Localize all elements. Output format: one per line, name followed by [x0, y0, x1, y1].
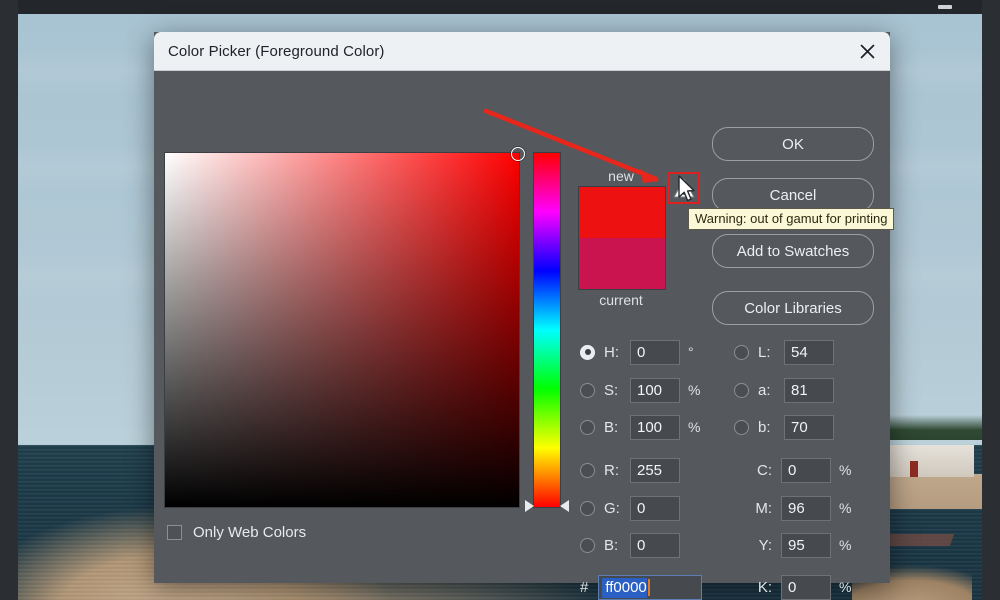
unit-yellow: %	[839, 537, 852, 553]
hex-hash-label: #	[580, 579, 589, 596]
unit-magenta: %	[839, 500, 852, 516]
radio-brightness[interactable]	[580, 419, 595, 435]
blue-input[interactable]	[630, 532, 680, 558]
label-b-lab: b:	[758, 418, 771, 436]
field-row-black: K: %	[748, 574, 857, 600]
color-picker-dialog: Color Picker (Foreground Color) new curr…	[154, 32, 895, 600]
radio-green[interactable]	[580, 500, 595, 516]
photo-door-right	[910, 461, 918, 478]
color-preview: new current	[578, 166, 666, 310]
only-web-colors-label: Only Web Colors	[193, 524, 307, 541]
only-web-colors-checkbox[interactable]	[167, 525, 182, 540]
field-row-brightness: B: %	[580, 414, 706, 440]
photo-breakwater	[879, 534, 955, 546]
add-to-swatches-button[interactable]: Add to Swatches	[712, 234, 874, 268]
cyan-input[interactable]	[781, 457, 831, 483]
field-row-red: R:	[580, 457, 680, 483]
field-row-b-lab: b:	[734, 414, 834, 440]
lightness-input[interactable]	[784, 339, 834, 365]
a-input[interactable]	[784, 377, 834, 403]
field-row-hue: H: °	[580, 339, 706, 365]
hex-row: # ff0000	[580, 575, 703, 600]
label-saturation: S:	[604, 381, 619, 399]
current-color-swatch[interactable]	[579, 238, 665, 289]
cancel-button[interactable]: Cancel	[712, 178, 874, 212]
text-caret	[647, 579, 650, 596]
radio-a[interactable]	[734, 382, 749, 398]
b-lab-input[interactable]	[784, 414, 834, 440]
minimize-icon[interactable]	[938, 5, 952, 9]
window-left-border	[0, 0, 18, 600]
color-preview-box	[578, 186, 666, 290]
radio-hue[interactable]	[580, 344, 595, 360]
hex-value: ff0000	[602, 577, 647, 598]
window-top-bar	[0, 0, 1000, 14]
field-row-saturation: S: %	[580, 377, 706, 403]
unit-cyan: %	[839, 462, 852, 478]
label-yellow: Y:	[758, 536, 772, 554]
radio-red[interactable]	[580, 462, 595, 478]
field-row-cyan: C: %	[748, 457, 857, 483]
radio-blue[interactable]	[580, 537, 595, 553]
hue-arrow-left-icon[interactable]	[525, 500, 534, 512]
green-input[interactable]	[630, 495, 680, 521]
unit-saturation: %	[688, 382, 701, 398]
label-black: K:	[757, 578, 772, 596]
label-brightness: B:	[604, 418, 619, 436]
label-lightness: L:	[758, 343, 771, 361]
new-color-label: new	[608, 168, 634, 184]
warning-triangle-icon[interactable]	[668, 172, 700, 204]
screen: Color Picker (Foreground Color) new curr…	[0, 0, 1000, 600]
field-row-blue: B:	[580, 532, 680, 558]
radio-saturation[interactable]	[580, 382, 595, 398]
magenta-input[interactable]	[781, 495, 831, 521]
red-input[interactable]	[630, 457, 680, 483]
label-a: a:	[758, 381, 771, 399]
black-input[interactable]	[781, 574, 831, 600]
field-row-green: G:	[580, 495, 680, 521]
hue-slider[interactable]	[525, 152, 569, 512]
field-marker-icon[interactable]	[511, 147, 525, 161]
saturation-input[interactable]	[630, 377, 680, 403]
unit-black: %	[839, 579, 852, 595]
current-color-label: current	[599, 292, 643, 308]
radio-b-lab[interactable]	[734, 419, 749, 435]
dialog-title: Color Picker (Foreground Color)	[168, 42, 385, 60]
field-row-yellow: Y: %	[748, 532, 857, 558]
hue-input[interactable]	[630, 339, 680, 365]
gamut-tooltip: Warning: out of gamut for printing	[688, 208, 895, 230]
label-blue: B:	[604, 536, 619, 554]
window-right-border	[982, 0, 1000, 600]
brightness-input[interactable]	[630, 414, 680, 440]
color-libraries-button[interactable]: Color Libraries	[712, 291, 874, 325]
hue-arrow-right-icon[interactable]	[560, 500, 569, 512]
label-red: R:	[604, 461, 619, 479]
ok-button[interactable]: OK	[712, 127, 874, 161]
label-magenta: M:	[755, 499, 772, 517]
unit-brightness: %	[688, 419, 701, 435]
photo-building-right	[888, 445, 974, 478]
only-web-colors-row: Only Web Colors	[167, 524, 306, 541]
dialog-titlebar: Color Picker (Foreground Color)	[154, 32, 890, 71]
field-row-magenta: M: %	[748, 495, 857, 521]
field-row-a: a:	[734, 377, 834, 403]
label-cyan: C:	[757, 461, 772, 479]
hex-input[interactable]: ff0000	[598, 575, 703, 600]
close-icon[interactable]	[844, 32, 890, 70]
label-hue: H:	[604, 343, 619, 361]
dialog-body: new current Warning: out of gamut for pr…	[154, 71, 895, 600]
unit-hue: °	[688, 344, 694, 360]
field-row-lightness: L:	[734, 339, 834, 365]
radio-lightness[interactable]	[734, 344, 749, 360]
new-color-swatch[interactable]	[579, 187, 665, 238]
yellow-input[interactable]	[781, 532, 831, 558]
label-green: G:	[604, 499, 620, 517]
saturation-brightness-field[interactable]	[164, 147, 525, 508]
